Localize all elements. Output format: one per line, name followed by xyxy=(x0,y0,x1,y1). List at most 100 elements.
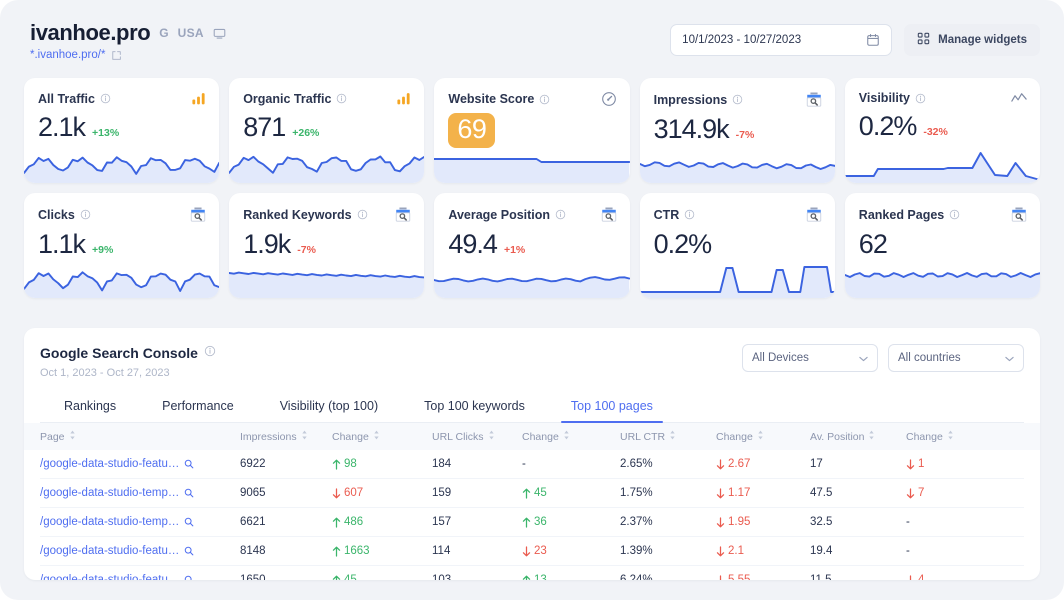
info-icon[interactable] xyxy=(204,344,216,362)
inspect-search-icon[interactable] xyxy=(184,488,194,498)
table-row[interactable]: /google-data-studio-featu… 6922 98 184 - 2.65… xyxy=(40,450,1024,479)
tab-performance[interactable]: Performance xyxy=(162,399,234,422)
metric-card-title: Visibility xyxy=(858,91,910,105)
column-header[interactable]: Change xyxy=(332,430,432,443)
info-icon[interactable] xyxy=(336,93,347,104)
page-link[interactable]: /google-data-studio-featu… xyxy=(40,574,240,580)
panel-filters: All Devices All countries xyxy=(742,344,1024,372)
metric-card-value-row: 0.2% xyxy=(640,223,835,260)
metric-card-header: CTR xyxy=(640,193,835,223)
panel-title-row: Google Search Console xyxy=(40,344,216,362)
url-ctr-value: 2.65% xyxy=(620,458,653,470)
table-row[interactable]: /google-data-studio-temp… 6621 486 157 36 2.3… xyxy=(40,508,1024,537)
panel-title: Google Search Console xyxy=(40,345,198,361)
metric-card[interactable]: CTR 0.2% xyxy=(639,193,835,298)
metric-card[interactable]: Ranked Keywords 1.9k -7% xyxy=(229,193,425,298)
table-row[interactable]: /google-data-studio-featu… 1650 45 103 13 6.2… xyxy=(40,566,1024,580)
impressions-change: 486 xyxy=(332,516,432,528)
column-header[interactable]: Change xyxy=(522,430,620,443)
panel-header: Google Search Console Oct 1, 2023 - Oct … xyxy=(24,328,1040,379)
table-row[interactable]: /google-data-studio-temp… 9065 607 159 45 1.7… xyxy=(40,479,1024,508)
info-icon[interactable] xyxy=(732,94,743,105)
url-ctr-change: 1.17 xyxy=(716,487,810,499)
info-icon[interactable] xyxy=(539,94,550,105)
url-clicks-value: 159 xyxy=(432,487,452,499)
impressions-value: 1650 xyxy=(240,574,266,580)
change-value: 45 xyxy=(522,487,547,499)
manage-widgets-button[interactable]: Manage widgets xyxy=(904,24,1040,56)
tab-visibility-top-100[interactable]: Visibility (top 100) xyxy=(280,399,378,422)
sort-icon[interactable] xyxy=(947,430,954,443)
metric-card[interactable]: Visibility 0.2% -32% xyxy=(844,78,1040,183)
sort-icon[interactable] xyxy=(301,430,308,443)
metric-card-header: Impressions xyxy=(640,78,835,108)
tab-top-100-keywords[interactable]: Top 100 keywords xyxy=(424,399,525,422)
column-header[interactable]: URL Clicks xyxy=(432,430,522,443)
page-link[interactable]: /google-data-studio-featu… xyxy=(40,545,240,557)
external-link-icon[interactable] xyxy=(111,50,122,61)
page-link[interactable]: /google-data-studio-featu… xyxy=(40,458,240,470)
metric-card[interactable]: Ranked Pages 62 xyxy=(844,193,1040,298)
sort-icon[interactable] xyxy=(757,430,764,443)
info-icon[interactable] xyxy=(949,209,960,220)
panel-title-block: Google Search Console Oct 1, 2023 - Oct … xyxy=(40,344,216,379)
metric-card-value-row: 0.2% -32% xyxy=(845,105,1040,142)
metric-card-title: Ranked Pages xyxy=(858,207,945,222)
sort-icon[interactable] xyxy=(563,430,570,443)
info-icon[interactable] xyxy=(80,209,91,220)
sort-icon[interactable] xyxy=(868,430,875,443)
change-value: - xyxy=(906,545,910,557)
column-header[interactable]: URL CTR xyxy=(620,430,716,443)
column-header[interactable]: Impressions xyxy=(240,430,332,443)
column-header[interactable]: Av. Position xyxy=(810,430,906,443)
metric-card-value-row: 1.9k -7% xyxy=(229,223,424,260)
countries-select[interactable]: All countries xyxy=(888,344,1024,372)
metric-card[interactable]: Organic Traffic 871 +26% xyxy=(229,78,425,183)
change-value: 2.67 xyxy=(716,458,750,470)
info-icon[interactable] xyxy=(684,209,695,220)
inspect-search-icon[interactable] xyxy=(184,575,194,580)
impressions-value: 9065 xyxy=(240,487,266,499)
sort-icon[interactable] xyxy=(488,430,495,443)
url-clicks-change: 45 xyxy=(522,487,620,499)
info-icon[interactable] xyxy=(357,209,368,220)
column-header[interactable]: Page xyxy=(40,430,240,443)
sparkline-chart xyxy=(639,258,835,298)
inspect-search-icon[interactable] xyxy=(184,459,194,469)
search-console-icon xyxy=(395,206,411,223)
site-url-row[interactable]: *.ivanhoe.pro/* xyxy=(30,49,226,61)
calendar-icon[interactable] xyxy=(866,33,880,47)
change-value: 1.17 xyxy=(716,487,750,499)
sort-icon[interactable] xyxy=(373,430,380,443)
change-value: 2.1 xyxy=(716,545,744,557)
info-icon[interactable] xyxy=(100,93,111,104)
date-range-picker[interactable]: 10/1/2023 - 10/27/2023 xyxy=(670,24,893,56)
header-controls: 10/1/2023 - 10/27/2023 Manage widgets xyxy=(670,22,1040,56)
inspect-search-icon[interactable] xyxy=(184,546,194,556)
metric-card[interactable]: Impressions 314.9k -7% xyxy=(639,78,835,183)
inspect-search-icon[interactable] xyxy=(184,517,194,527)
column-header[interactable]: Change xyxy=(716,430,810,443)
devices-select[interactable]: All Devices xyxy=(742,344,878,372)
column-header[interactable]: Change xyxy=(906,430,996,443)
metric-card[interactable]: Clicks 1.1k +9% xyxy=(24,193,220,298)
column-header-label: Change xyxy=(906,430,943,443)
url-ctr-value: 1.75% xyxy=(620,487,653,499)
page-link[interactable]: /google-data-studio-temp… xyxy=(40,487,240,499)
change-value: 23 xyxy=(522,545,547,557)
metric-card-title: Ranked Keywords xyxy=(243,207,352,222)
metric-card[interactable]: Website Score 69 xyxy=(434,78,630,183)
page-link[interactable]: /google-data-studio-temp… xyxy=(40,516,240,528)
info-icon[interactable] xyxy=(555,209,566,220)
metric-card-title: Clicks xyxy=(38,207,75,222)
url-ctr-value: 2.37% xyxy=(620,516,653,528)
tab-top-100-pages[interactable]: Top 100 pages xyxy=(560,399,663,423)
sort-icon[interactable] xyxy=(69,430,76,443)
info-icon[interactable] xyxy=(915,93,926,104)
table-row[interactable]: /google-data-studio-featu… 8148 1663 114 23 1… xyxy=(40,537,1024,566)
metric-card[interactable]: All Traffic 2.1k +13% xyxy=(24,78,220,183)
tab-rankings[interactable]: Rankings xyxy=(64,399,116,422)
av-position-change: 1 xyxy=(906,458,996,470)
sort-icon[interactable] xyxy=(669,430,676,443)
metric-card[interactable]: Average Position 49.4 +1% xyxy=(434,193,630,298)
